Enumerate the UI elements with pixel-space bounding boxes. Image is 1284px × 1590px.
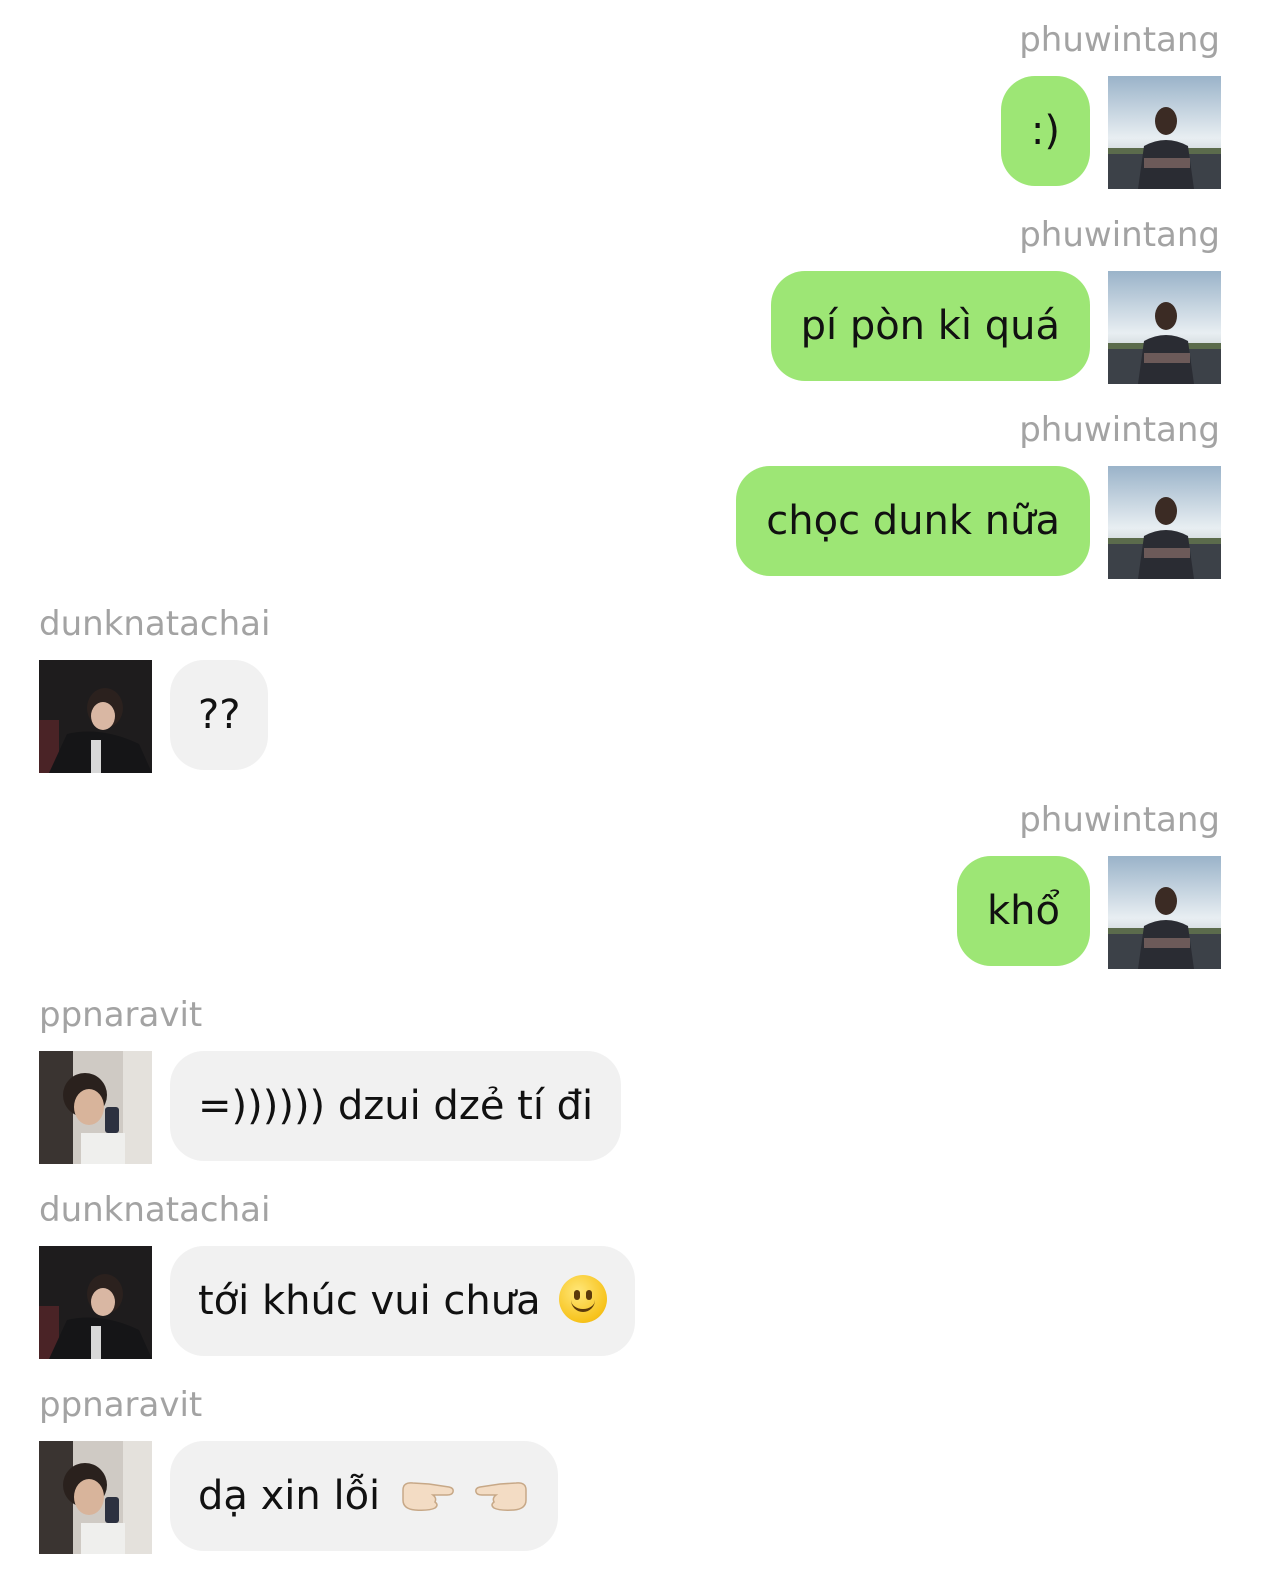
message-bubble[interactable]: pí pòn kì quá	[770, 271, 1090, 381]
message-text: pí pòn kì quá	[800, 303, 1060, 349]
avatar[interactable]	[39, 660, 152, 773]
sender-username[interactable]: phuwintang	[1019, 215, 1220, 255]
message-text: =)))))) dzui dzẻ tí đi	[198, 1083, 594, 1129]
message-text: ??	[198, 692, 241, 738]
avatar[interactable]	[1108, 466, 1221, 579]
avatar-image-phuwintang	[1108, 856, 1221, 969]
right-pointing-finger-icon	[399, 1478, 455, 1512]
sender-username[interactable]: ppnaravit	[39, 1385, 202, 1425]
avatar[interactable]	[39, 1441, 152, 1554]
message-bubble[interactable]: =)))))) dzui dzẻ tí đi	[170, 1051, 622, 1161]
sender-username[interactable]: dunknatachai	[39, 604, 270, 644]
avatar[interactable]	[39, 1051, 152, 1164]
message-bubble[interactable]: khổ	[957, 856, 1090, 966]
avatar-image-phuwintang	[1108, 271, 1221, 384]
message-bubble[interactable]: dạ xin lỗi	[170, 1441, 558, 1551]
avatar-image-phuwintang	[1108, 466, 1221, 579]
sender-username[interactable]: ppnaravit	[39, 995, 202, 1035]
avatar-image-phuwintang	[1108, 76, 1221, 189]
message-text: tới khúc vui chưa	[198, 1278, 541, 1324]
avatar[interactable]	[1108, 76, 1221, 189]
message-text: :)	[1030, 108, 1060, 154]
avatar[interactable]	[1108, 856, 1221, 969]
message-bubble[interactable]: :)	[1000, 76, 1090, 186]
avatar-image-dunknatachai	[39, 1246, 152, 1359]
message-bubble[interactable]: chọc dunk nữa	[736, 466, 1090, 576]
message-text: chọc dunk nữa	[766, 498, 1060, 544]
message-bubble[interactable]: tới khúc vui chưa	[170, 1246, 636, 1356]
message-text: dạ xin lỗi	[198, 1473, 381, 1519]
sender-username[interactable]: phuwintang	[1019, 410, 1220, 450]
sender-username[interactable]: dunknatachai	[39, 1190, 270, 1230]
message-text: khổ	[987, 888, 1060, 934]
left-pointing-finger-icon	[474, 1478, 530, 1512]
avatar[interactable]	[1108, 271, 1221, 384]
message-bubble[interactable]: ??	[170, 660, 269, 770]
sender-username[interactable]: phuwintang	[1019, 20, 1220, 60]
slightly-smiling-face-icon	[559, 1275, 608, 1323]
avatar-image-ppnaravit	[39, 1441, 152, 1554]
avatar-image-ppnaravit	[39, 1051, 152, 1164]
sender-username[interactable]: phuwintang	[1019, 800, 1220, 840]
avatar-image-dunknatachai	[39, 660, 152, 773]
avatar[interactable]	[39, 1246, 152, 1359]
